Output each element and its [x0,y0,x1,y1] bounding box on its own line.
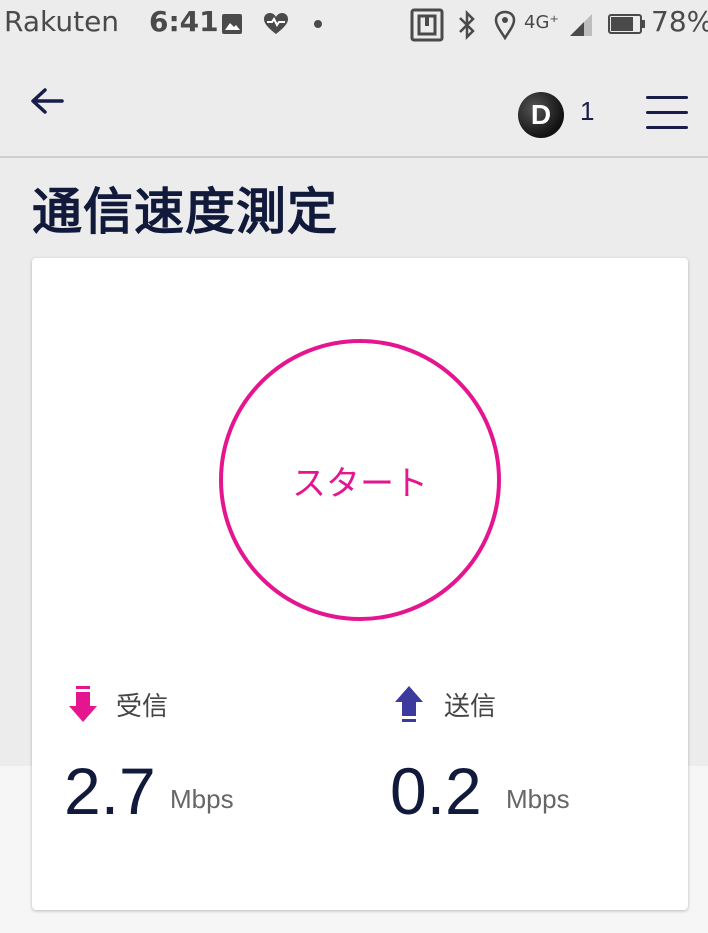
download-label: 受信 [116,692,169,722]
menu-icon [646,96,688,99]
start-button[interactable]: スタート [219,339,501,621]
nfc-icon [410,8,444,42]
download-arrow-icon [68,686,98,728]
back-button[interactable] [22,80,72,126]
image-icon [220,12,244,36]
menu-icon-line [646,126,688,129]
dot-icon [313,19,323,29]
d-point-badge[interactable]: D [518,92,564,138]
page-title: 通信速度測定 [32,183,338,241]
signal-icon [568,12,594,38]
clock: 6:41 [149,5,219,38]
upload-metric: 送信 0.2 Mbps [390,686,674,826]
back-arrow-icon [30,87,64,119]
speed-test-card: スタート 受信 2.7 Mbps 送信 0.2 Mbps [32,258,688,910]
network-type: 4G⁺ [524,12,559,33]
download-metric: 受信 2.7 Mbps [64,686,348,826]
battery-icon [608,12,646,36]
menu-button[interactable] [644,94,690,132]
upload-arrow-icon [394,686,424,728]
upload-label: 送信 [444,692,497,722]
status-bar: Rakuten 6:41 4G⁺ 78% [0,0,708,50]
battery-level: 78% [651,5,708,38]
heart-pulse-icon [263,12,289,36]
app-bar: D 1 [0,50,708,158]
upload-unit: Mbps [506,784,570,814]
carrier-name: Rakuten [4,5,120,38]
upload-value: 0.2 [390,754,482,828]
bluetooth-icon [456,10,478,40]
location-icon [494,10,516,40]
download-unit: Mbps [170,784,234,814]
start-button-label: スタート [292,463,428,504]
download-value: 2.7 [64,754,156,828]
menu-icon-line [646,111,688,114]
d-point-count: 1 [580,96,595,126]
